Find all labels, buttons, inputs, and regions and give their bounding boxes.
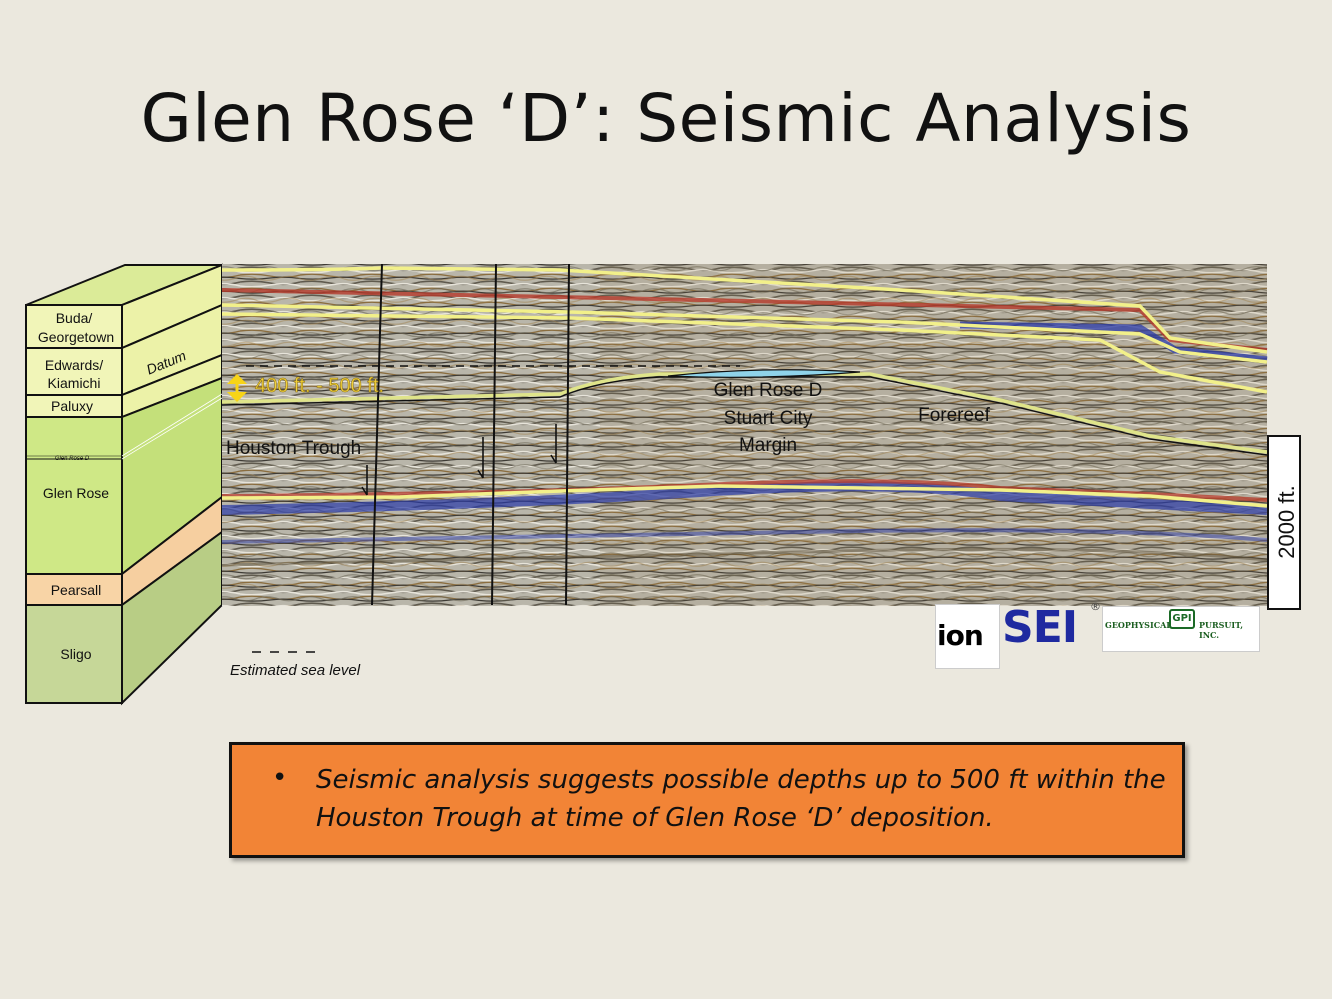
seismic-diagram: Buda/ Georgetown Edwards/ Kiamichi Palux… (25, 263, 1301, 706)
gpi-logo-mark: GPI (1169, 609, 1195, 629)
margin-label-1: Glen Rose D (714, 380, 823, 401)
margin-label-3: Margin (739, 435, 797, 456)
summary-callout: • Seismic analysis suggests possible dep… (229, 742, 1185, 858)
label-kiamichi: Kiamichi (48, 375, 101, 391)
callout-text: Seismic analysis suggests possible depth… (316, 765, 1166, 833)
legend: Estimated sea level (230, 651, 361, 679)
gpi-logo-right-text: PURSUIT, INC. (1199, 620, 1243, 640)
slide-title: Glen Rose ‘D’: Seismic Analysis (140, 80, 1192, 157)
houston-trough-label: Houston Trough (226, 438, 361, 459)
label-glen-rose-d: Glen Rose D (55, 456, 90, 462)
sei-registered-mark: ® (1090, 600, 1101, 613)
margin-label-2: Stuart City (724, 408, 813, 429)
sei-logo-text: SEI (1002, 602, 1078, 653)
label-edwards: Edwards/ (45, 357, 103, 373)
label-glen-rose: Glen Rose (43, 485, 109, 501)
legend-sea-level: Estimated sea level (230, 662, 361, 679)
label-paluxy: Paluxy (51, 398, 93, 414)
sei-logo: SEI ® (1002, 600, 1102, 653)
gpi-logo: GEOPHYSICAL GPI PURSUIT, INC. (1102, 606, 1260, 652)
ion-logo: ion (935, 604, 1000, 669)
gpi-logo-left-text: GEOPHYSICAL (1105, 620, 1172, 630)
scale-label: 2000 ft. (1274, 485, 1299, 558)
label-sligo: Sligo (60, 646, 91, 662)
label-pearsall: Pearsall (51, 582, 102, 598)
label-buda: Buda/ (56, 310, 93, 326)
scale-bar: 2000 ft. (1267, 435, 1301, 610)
ion-logo-text: ion (937, 619, 984, 652)
forereef-label: Forereef (918, 405, 991, 426)
label-georgetown: Georgetown (38, 329, 114, 345)
relief-label: 400 ft. - 500 ft. (255, 375, 384, 397)
bullet-icon: • (272, 763, 288, 793)
